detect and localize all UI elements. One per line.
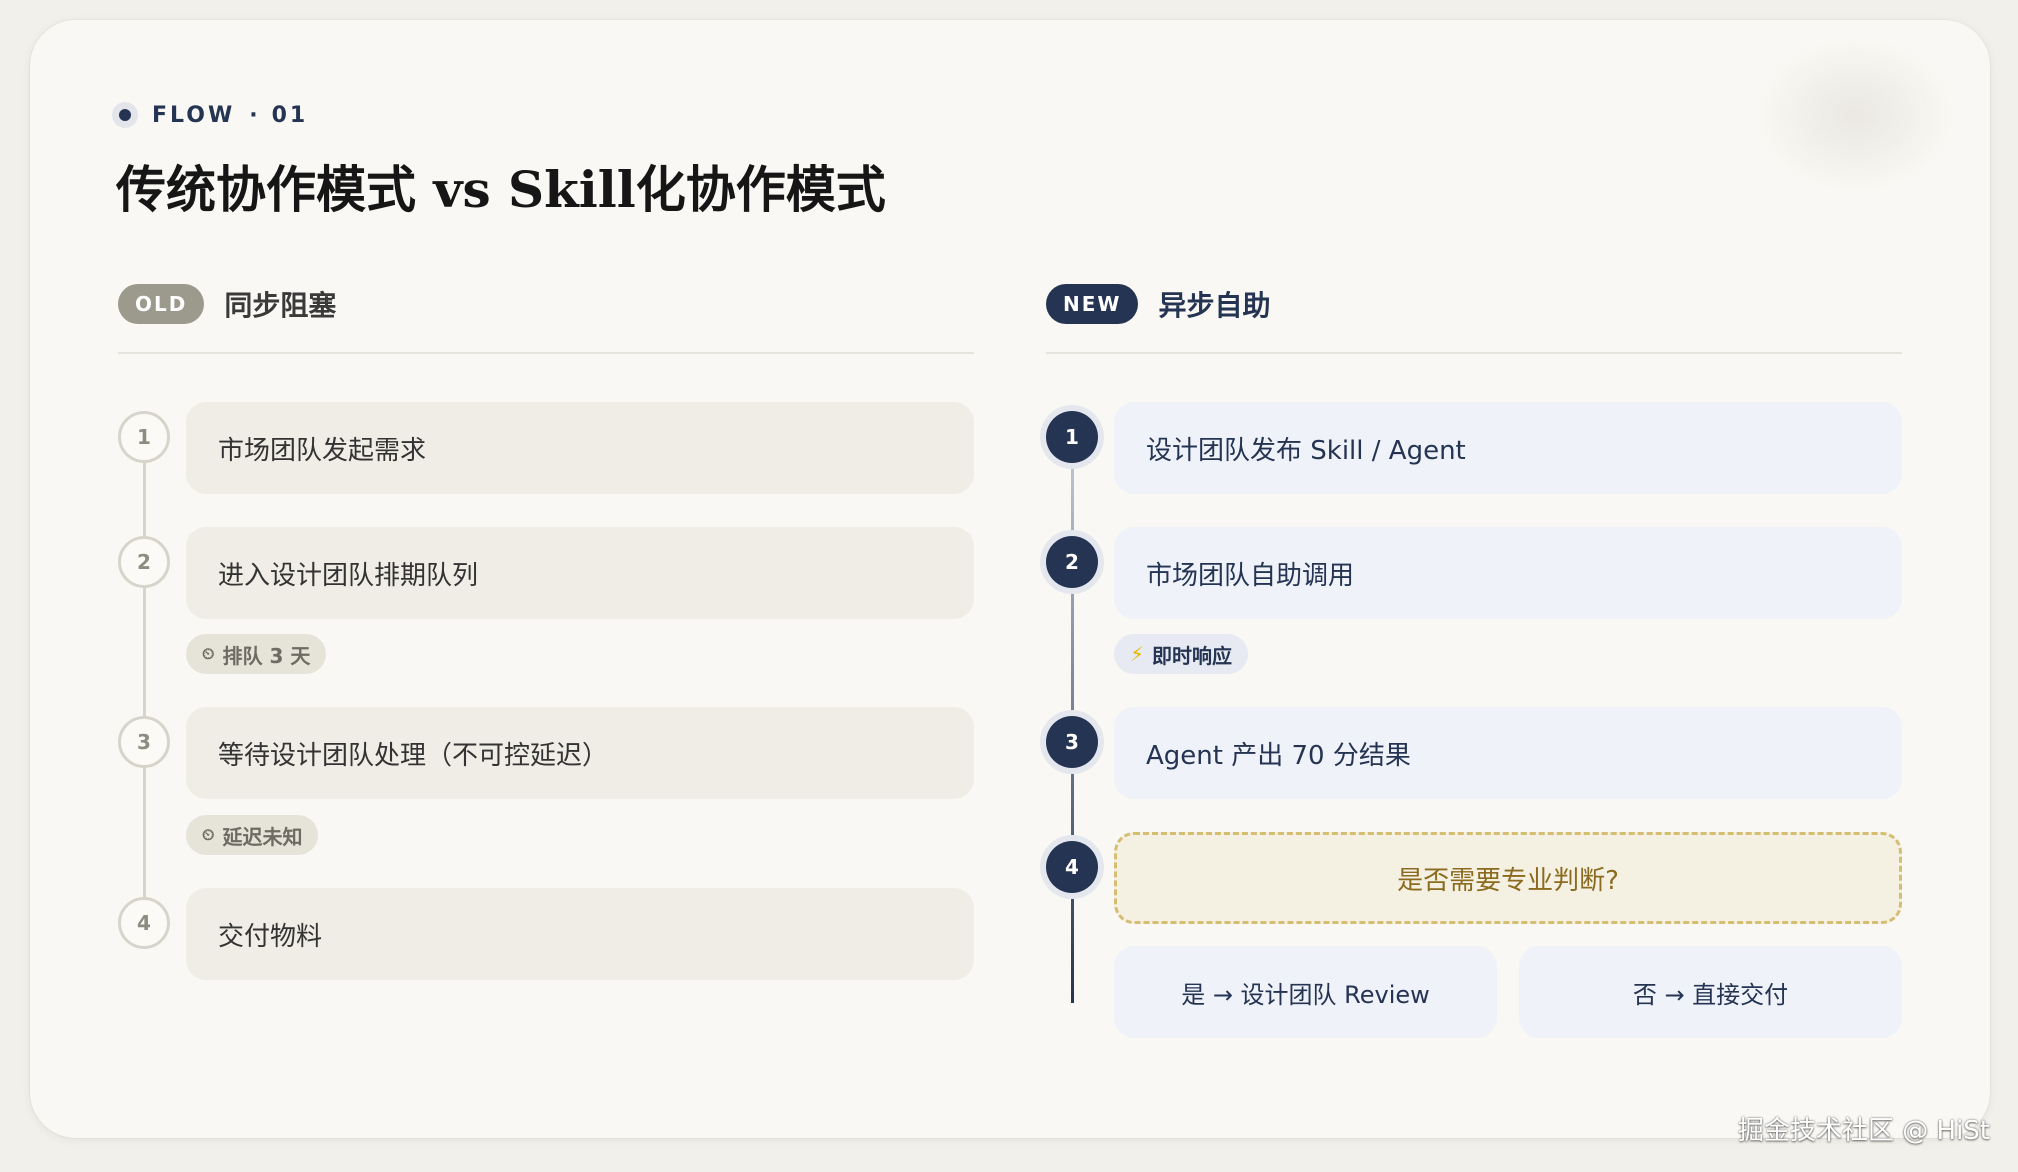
unknown-delay-tag: ⏲ 延迟未知 (186, 815, 319, 855)
new-step-1-box: 设计团队发布 Skill / Agent (1114, 402, 1902, 494)
new-step-3-node: 3 (1046, 716, 1098, 768)
eyebrow-flow: FLOW (152, 102, 236, 128)
old-step-4-node: 4 (118, 897, 170, 949)
corner-decoration (1760, 40, 1950, 190)
old-divider (118, 352, 974, 354)
new-step-3-box: Agent 产出 70 分结果 (1114, 707, 1902, 799)
new-step-1-node: 1 (1046, 411, 1098, 463)
old-timeline-rail (143, 437, 146, 927)
instant-response-text: 即时响应 (1152, 643, 1233, 668)
queue-delay-tag: ⏲ 排队 3 天 (186, 634, 327, 674)
branch-no-deliver: 否 → 直接交付 (1519, 946, 1902, 1038)
clock-icon: ⏲ (202, 644, 215, 663)
new-column-label: 异步自助 (1158, 289, 1271, 322)
new-step-2-box: 市场团队自助调用 (1114, 527, 1902, 619)
old-step-1-node: 1 (118, 411, 170, 463)
old-step-3-box: 等待设计团队处理（不可控延迟） (186, 707, 974, 799)
clock-icon: ⏲ (202, 825, 215, 844)
dot-icon (112, 102, 138, 128)
eyebrow: FLOW · 01 (112, 100, 308, 130)
old-step-4-box: 交付物料 (186, 888, 974, 980)
eyebrow-number: 01 (271, 102, 309, 128)
decision-box: 是否需要专业判断? (1114, 832, 1902, 924)
branch-yes-review: 是 → 设计团队 Review (1114, 946, 1497, 1038)
queue-delay-text: 排队 3 天 (222, 643, 311, 668)
eyebrow-separator: · (249, 102, 258, 128)
new-divider (1046, 352, 1902, 354)
new-column-header: NEW 异步自助 (1046, 282, 1270, 326)
page-title: 传统协作模式 vs Skill化协作模式 (116, 160, 886, 219)
old-step-2-box: 进入设计团队排期队列 (186, 527, 974, 619)
watermark: 掘金技术社区 @ HiSt (1737, 1116, 1990, 1146)
lightning-icon: ⚡ (1130, 642, 1145, 666)
old-step-2-node: 2 (118, 536, 170, 588)
unknown-delay-text: 延迟未知 (222, 824, 303, 849)
old-step-3-node: 3 (118, 716, 170, 768)
new-badge: NEW (1046, 284, 1139, 324)
old-column-header: OLD 同步阻塞 (118, 282, 336, 326)
new-step-2-node: 2 (1046, 536, 1098, 588)
old-badge: OLD (118, 284, 205, 324)
new-step-4-node: 4 (1046, 841, 1098, 893)
old-column-label: 同步阻塞 (224, 289, 337, 322)
instant-response-tag: ⚡ 即时响应 (1114, 634, 1249, 674)
old-step-1-box: 市场团队发起需求 (186, 402, 974, 494)
